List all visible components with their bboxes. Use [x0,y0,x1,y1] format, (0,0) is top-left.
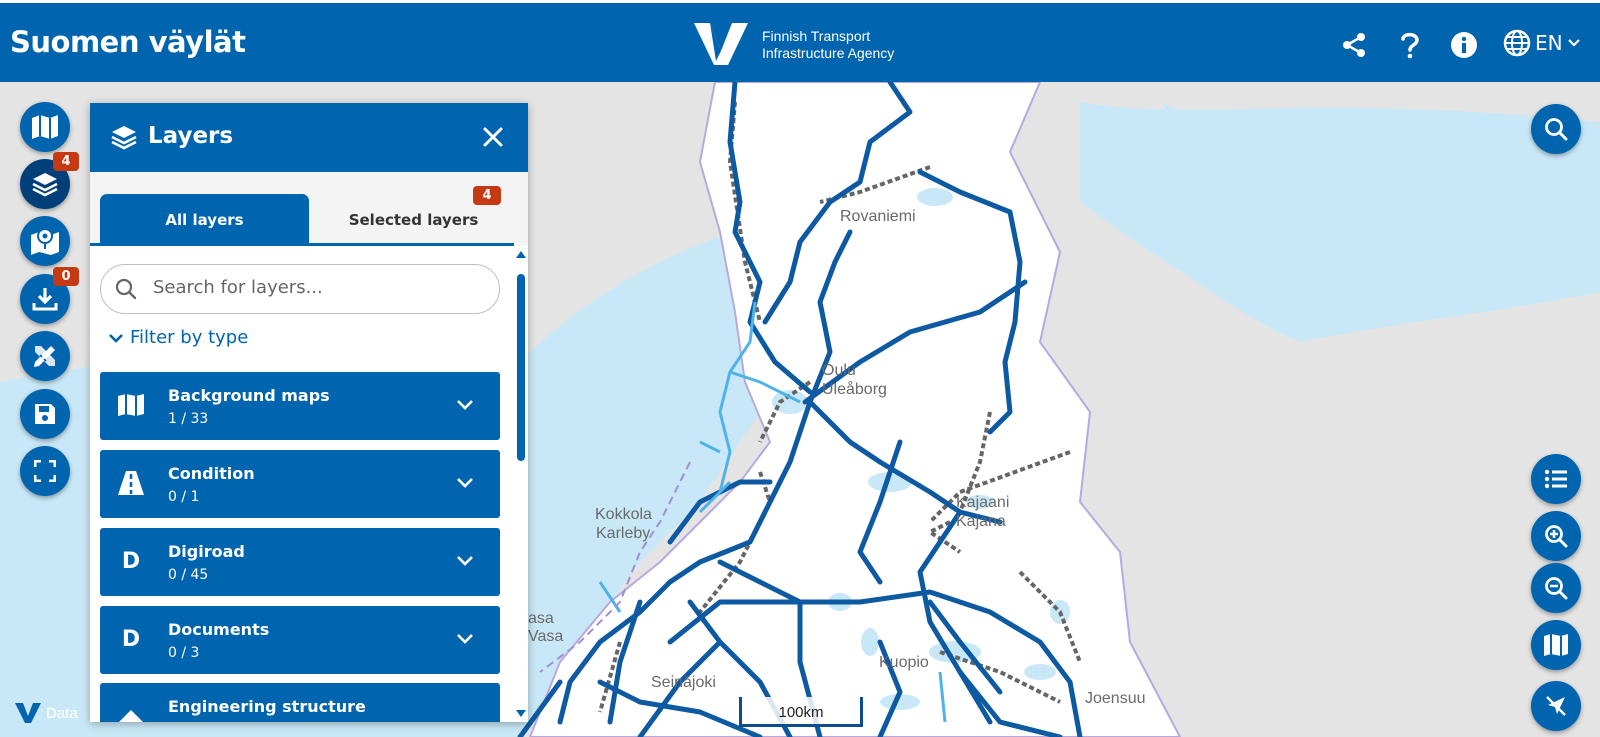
tab-label: Selected layers [348,211,479,229]
zoom-out-button[interactable] [1531,563,1581,613]
fullscreen-button[interactable] [20,446,70,496]
agency-line-2: Infrastructure Agency [762,45,895,61]
layers-count-badge: 4 [53,152,79,171]
fullscreen-icon [34,460,56,482]
help-icon[interactable] [1395,30,1425,60]
place-label: Karleby [596,525,651,542]
chevron-down-icon [1567,39,1580,47]
zoom-in-button[interactable] [1531,511,1581,561]
category-count: 0 / 45 [168,567,209,583]
tab-all-layers[interactable]: All layers [100,194,309,246]
scroll-thumb[interactable] [517,274,525,461]
letter-d-icon: D [121,626,141,652]
category-name: Condition [168,464,255,483]
place-label: Joensuu [1085,690,1146,707]
globe-icon [1503,29,1531,57]
structure-icon [116,701,146,722]
category-name: Background maps [168,386,330,405]
scale-bar: 100km [739,697,863,727]
place-label: Kajana [956,513,1006,530]
download-icon [32,288,58,311]
layers-panel: Layers All layers Selected layers 4 Filt… [90,103,528,722]
category-name: Digiroad [168,542,245,561]
agency-name: Finnish Transport Infrastructure Agency [762,28,894,62]
category-engineering-structure[interactable]: Engineering structure [100,683,500,722]
map-icon [116,390,146,420]
place-label: Vasa [528,628,564,645]
filter-label: Filter by type [130,327,249,348]
layers-icon [111,126,137,150]
category-count: 0 / 1 [168,489,200,505]
save-button[interactable] [20,389,70,439]
search-button[interactable] [1531,104,1581,154]
search-icon [115,278,137,300]
layer-search [100,264,500,314]
place-label: asa [528,610,554,627]
category-count: 0 / 3 [168,645,200,661]
place-label: Kokkola [595,506,652,523]
scroll-up-icon[interactable] [516,250,526,258]
watermark-label: Data [46,704,78,722]
selected-layers-badge: 4 [473,186,501,205]
map-icon [1544,634,1568,656]
category-condition[interactable]: Condition 0 / 1 [100,450,500,518]
panel-title: Layers [148,123,234,149]
zoom-out-icon [1545,577,1568,600]
place-label: Seinäjoki [651,674,716,691]
tab-label: All layers [165,211,244,229]
category-name: Engineering structure [168,697,366,716]
map-icon [32,115,58,139]
language-selector[interactable]: EN [1503,29,1581,57]
top-bar: Suomen väylät Finnish Transport Infrastr… [0,3,1600,82]
chevron-down-icon [457,400,473,410]
location-off-icon [1546,696,1566,716]
legend-button[interactable] [1531,454,1581,504]
agency-logo-icon [15,703,41,723]
search-input[interactable] [153,277,483,298]
place-label: Kajaani [956,494,1010,511]
basemap-button[interactable] [1531,620,1581,670]
category-count: 1 / 33 [168,411,209,427]
locate-button[interactable] [1531,681,1581,731]
search-icon [1545,118,1568,141]
chevron-down-icon [457,478,473,488]
place-label: Rovaniemi [840,208,916,225]
agency-line-1: Finnish Transport [762,28,871,44]
filter-by-type-toggle[interactable]: Filter by type [108,327,248,348]
share-icon[interactable] [1339,30,1369,60]
close-icon[interactable] [479,123,507,151]
info-icon[interactable] [1449,30,1479,60]
draw-tools-icon [34,346,55,367]
save-icon [35,404,55,424]
chevron-down-icon [457,556,473,566]
letter-d-icon: D [121,548,141,574]
panel-header: Layers [90,103,528,172]
panel-scrollbar[interactable] [514,246,528,722]
app-title: Suomen väylät [10,25,246,59]
chevron-down-icon [457,634,473,644]
map-marker-icon [31,228,59,255]
map-layers-button[interactable] [20,102,70,152]
place-label: Kuopio [879,654,929,671]
chevron-down-icon [109,333,123,343]
list-icon [1544,469,1567,489]
zoom-in-icon [1545,525,1568,548]
category-documents[interactable]: D Documents 0 / 3 [100,606,500,674]
measure-tools-button[interactable] [20,331,70,381]
watermark: Data [14,702,78,724]
agency-logo-icon [694,23,748,65]
category-digiroad[interactable]: D Digiroad 0 / 45 [100,528,500,596]
language-label: EN [1535,31,1563,55]
scroll-down-icon[interactable] [516,710,526,718]
category-background-maps[interactable]: Background maps 1 / 33 [100,372,500,440]
road-icon [116,468,146,498]
place-label: Oulu [822,362,856,379]
downloads-count-badge: 0 [53,267,79,286]
places-button[interactable] [20,216,70,266]
category-name: Documents [168,620,270,639]
place-label: Uleåborg [822,381,887,398]
layers-icon [32,173,58,197]
